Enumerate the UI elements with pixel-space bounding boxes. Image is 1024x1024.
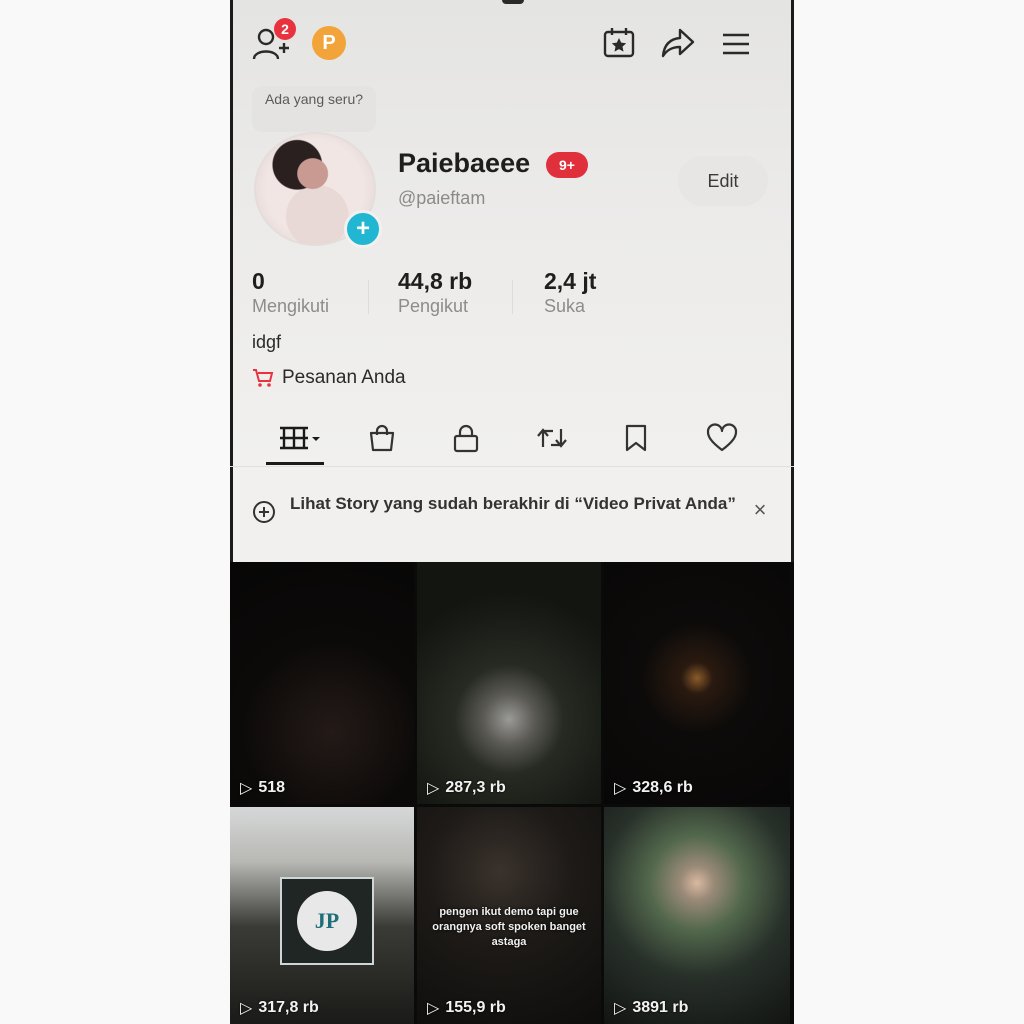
play-icon: ▷: [240, 1000, 253, 1017]
points-icon[interactable]: P: [312, 26, 346, 60]
tab-liked[interactable]: [700, 418, 744, 458]
view-count: ▷ 3891 rb: [614, 998, 688, 1018]
tab-reposts[interactable]: [530, 418, 574, 458]
story-banner-text: Lihat Story yang sudah berakhir di “Vide…: [290, 494, 736, 513]
video-thumbnail[interactable]: ▷ 328,6 rb: [604, 562, 790, 804]
active-tab-indicator: [266, 462, 324, 465]
play-icon: ▷: [614, 780, 627, 797]
video-grid: ▷ 518 ▷ 287,3 rb ▷ 328,6 rb JP ▷ 317,8 rb pe…: [230, 562, 794, 1024]
status-bubble[interactable]: Ada yang seru?: [252, 86, 376, 132]
add-story-button[interactable]: +: [344, 210, 382, 248]
bio: idgf: [252, 332, 282, 352]
background-left: [0, 0, 230, 1024]
play-icon: ▷: [240, 780, 253, 797]
menu-button[interactable]: [720, 28, 752, 60]
orders-label: Pesanan Anda: [282, 367, 406, 388]
view-count: ▷ 317,8 rb: [240, 998, 319, 1018]
followers-count[interactable]: 44,8 rb: [398, 268, 472, 295]
view-count-value: 317,8 rb: [258, 999, 319, 1016]
shopping-cart-icon: [253, 369, 274, 387]
edit-profile-button[interactable]: Edit: [678, 156, 768, 206]
lock-icon: [453, 424, 479, 453]
view-count: ▷ 155,9 rb: [427, 998, 506, 1018]
phone-screen: 2 P Ada yang seru? + Paiebaeee 9+ @paief…: [230, 0, 794, 1024]
likes-count: 2,4 jt: [544, 268, 597, 294]
tab-videos[interactable]: [274, 418, 324, 458]
repost-icon: [537, 428, 567, 448]
followers-label[interactable]: Pengikut: [398, 296, 468, 317]
video-thumbnail[interactable]: ▷ 518: [230, 562, 414, 804]
name-badge: 9+: [546, 152, 588, 178]
plus-icon: +: [355, 215, 370, 242]
story-plus-icon: [253, 501, 275, 523]
background-right: [794, 0, 1024, 1024]
tab-divider: [230, 466, 794, 467]
bookmark-icon: [625, 424, 647, 452]
shopping-bag-icon: [369, 424, 395, 452]
view-count-value: 328,6 rb: [632, 779, 693, 796]
video-caption: pengen ikut demo tapi gue orangnya soft …: [432, 906, 586, 948]
phone-notch: [502, 0, 524, 4]
stat-divider: [512, 280, 513, 314]
tab-private[interactable]: [444, 418, 488, 458]
tab-favorites[interactable]: [614, 418, 658, 458]
play-icon: ▷: [427, 780, 440, 797]
video-thumbnail[interactable]: JP ▷ 317,8 rb: [230, 807, 414, 1024]
following-count[interactable]: 0: [252, 268, 265, 295]
play-icon: ▷: [427, 1000, 440, 1017]
logo-badge: JP: [280, 877, 374, 965]
display-name: Paiebaeee: [398, 148, 531, 178]
video-thumbnail[interactable]: ▷ 3891 rb: [604, 807, 790, 1024]
video-thumbnail[interactable]: ▷ 287,3 rb: [417, 562, 601, 804]
share-button[interactable]: [660, 26, 696, 60]
video-thumbnail[interactable]: pengen ikut demo tapi gue orangnya soft …: [417, 807, 601, 1024]
close-icon[interactable]: ×: [748, 498, 772, 522]
calendar-star-icon: [603, 28, 635, 58]
view-count: ▷ 328,6 rb: [614, 778, 693, 798]
view-count-value: 518: [258, 779, 286, 796]
notification-badge: 2: [274, 18, 296, 40]
hamburger-menu-icon: [723, 33, 749, 55]
share-arrow-icon: [661, 28, 695, 58]
view-count-value: 3891 rb: [632, 999, 689, 1016]
view-count-value: 155,9 rb: [445, 999, 506, 1016]
following-label[interactable]: Mengikuti: [252, 296, 329, 317]
videos-grid-icon: [280, 426, 320, 450]
orders-link[interactable]: Pesanan Anda: [252, 367, 406, 389]
view-count: ▷ 518: [240, 778, 285, 798]
story-archive-banner[interactable]: Lihat Story yang sudah berakhir di “Vide…: [252, 488, 772, 542]
username: @paieftam: [398, 188, 486, 208]
calendar-button[interactable]: [602, 26, 636, 60]
likes-label: Suka: [544, 296, 586, 316]
tab-shop[interactable]: [360, 418, 404, 458]
heart-icon: [706, 423, 738, 452]
view-count-value: 287,3 rb: [445, 779, 506, 796]
view-count: ▷ 287,3 rb: [427, 778, 506, 798]
stat-divider: [368, 280, 369, 314]
play-icon: ▷: [614, 1000, 627, 1017]
